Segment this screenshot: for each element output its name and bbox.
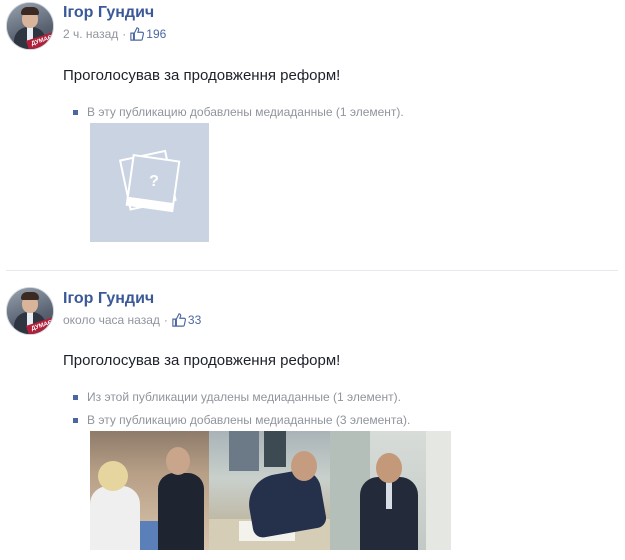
media-notice: В эту публикацию добавлены медиаданные (… bbox=[73, 413, 410, 427]
media-placeholder[interactable]: ? bbox=[90, 123, 209, 242]
post-photo-2[interactable] bbox=[209, 431, 330, 550]
post-photo-1[interactable] bbox=[90, 431, 209, 550]
bullet-icon bbox=[73, 394, 78, 400]
post-message: Проголосував за продовження реформ! bbox=[63, 67, 341, 84]
meta-separator: · bbox=[122, 27, 127, 41]
post-divider bbox=[6, 270, 618, 271]
author-avatar[interactable]: ДУМАЄ bbox=[6, 287, 54, 335]
placeholder-question: ? bbox=[149, 173, 159, 190]
bullet-icon bbox=[73, 417, 78, 423]
post-meta: около часа назад · 33 bbox=[63, 313, 201, 327]
like-count[interactable]: 196 bbox=[146, 27, 166, 41]
notice-text: Из этой публикации удалены медиаданные (… bbox=[87, 390, 401, 404]
media-notice: В эту публикацию добавлены медиаданные (… bbox=[73, 105, 404, 119]
meta-separator: · bbox=[163, 313, 168, 327]
author-name[interactable]: Ігор Гундич bbox=[63, 290, 154, 308]
post-timestamp[interactable]: около часа назад bbox=[63, 313, 160, 327]
author-avatar[interactable]: ДУМАЄ bbox=[6, 2, 54, 50]
post-photo-3[interactable] bbox=[330, 431, 451, 550]
author-name[interactable]: Ігор Гундич bbox=[63, 4, 154, 22]
like-count[interactable]: 33 bbox=[188, 313, 201, 327]
notice-text: В эту публикацию добавлены медиаданные (… bbox=[87, 105, 404, 119]
missing-photo-icon: ? bbox=[118, 149, 181, 213]
thumbs-up-icon[interactable] bbox=[130, 27, 145, 41]
post-message: Проголосував за продовження реформ! bbox=[63, 352, 341, 369]
bullet-icon bbox=[73, 109, 78, 115]
post-meta: 2 ч. назад · 196 bbox=[63, 27, 166, 41]
thumbs-up-icon[interactable] bbox=[172, 313, 186, 327]
media-notice: Из этой публикации удалены медиаданные (… bbox=[73, 390, 401, 404]
post-timestamp[interactable]: 2 ч. назад bbox=[63, 27, 118, 41]
notice-text: В эту публикацию добавлены медиаданные (… bbox=[87, 413, 411, 427]
